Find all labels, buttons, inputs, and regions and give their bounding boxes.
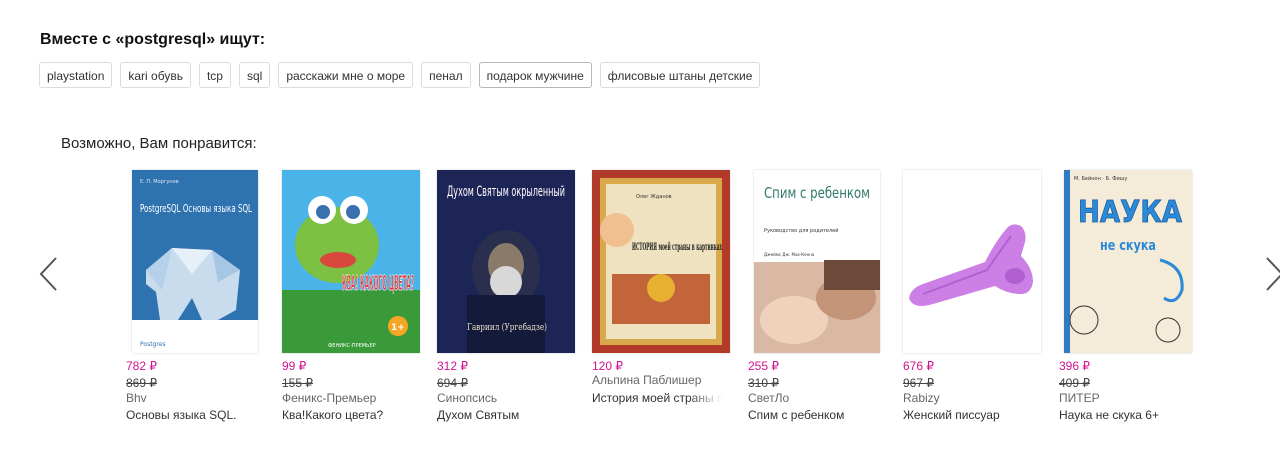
cover-title: КВА! КАКОГО ЦВЕТА? bbox=[342, 271, 414, 295]
product-price: 312 ₽ bbox=[437, 359, 468, 373]
product-old-price: 869 ₽ bbox=[126, 376, 157, 390]
suggestion-chip[interactable]: флисовые штаны детские bbox=[599, 62, 761, 88]
cover-author: Джеймс Дж. Мак-Кенна bbox=[764, 252, 815, 257]
cover-title: PostgreSQL Основы языка SQL bbox=[140, 202, 253, 215]
cover-title: НАУКА bbox=[1078, 195, 1183, 230]
cover-author: М. Бейнон · Б. Фишу bbox=[1074, 175, 1127, 182]
chevron-right-icon[interactable] bbox=[1262, 256, 1280, 292]
suggestion-chip[interactable]: sql bbox=[238, 62, 271, 88]
product-name[interactable]: Основы языка SQL. bbox=[126, 408, 236, 422]
suggestion-chips: playstation kari обувь tcp sql расскажи … bbox=[39, 62, 761, 88]
cover-author: Е. П. Моргунов bbox=[140, 179, 179, 185]
product-old-price: 310 ₽ bbox=[748, 376, 779, 390]
product-old-price: 967 ₽ bbox=[903, 376, 934, 390]
product-image[interactable]: Духом Святым окрыленный Гавриил (Ургебад… bbox=[437, 170, 575, 353]
cover-logo: ФЕНИКС-ПРЕМЬЕР bbox=[328, 343, 376, 349]
product-name[interactable]: Ква!Какого цвета? bbox=[282, 408, 383, 422]
product-brand: Rabizy bbox=[903, 391, 940, 405]
suggestion-chip[interactable]: пенал bbox=[421, 62, 471, 88]
product-name[interactable]: Наука не скука 6+ bbox=[1059, 408, 1159, 422]
product-brand: Альпина Паблишер bbox=[592, 373, 702, 387]
product-brand: Феникс-Премьер bbox=[282, 391, 377, 405]
cover-title: Духом Святым окрыленный bbox=[447, 184, 565, 200]
cover-logo: Postgres bbox=[140, 341, 166, 348]
suggestion-chip[interactable]: подарок мужчине bbox=[478, 62, 592, 88]
suggestion-chip[interactable]: расскажи мне о море bbox=[278, 62, 414, 88]
cover-badge: 1+ bbox=[391, 323, 405, 333]
suggestion-chip[interactable]: playstation bbox=[39, 62, 113, 88]
cover-title: Спим с ребенком bbox=[764, 184, 870, 202]
recommendations-title: Возможно, Вам понравится: bbox=[61, 135, 257, 152]
product-image[interactable]: М. Бейнон · Б. Фишу НАУКА не скука bbox=[1064, 170, 1192, 353]
product-image[interactable]: Спим с ребенком Руководство для родителе… bbox=[754, 170, 880, 353]
product-brand: Синопсись bbox=[437, 391, 498, 405]
cover-subtitle: не скука bbox=[1100, 238, 1156, 254]
product-brand: СветЛо bbox=[748, 391, 790, 405]
chevron-left-icon[interactable] bbox=[37, 256, 61, 292]
product-price: 676 ₽ bbox=[903, 359, 934, 373]
cover-subtitle: Руководство для родителей bbox=[764, 227, 838, 234]
cover-title: ИСТОРИЯ моей страны в картинках bbox=[632, 242, 722, 253]
product-name[interactable]: История моей страны в bbox=[592, 391, 722, 405]
product-price: 255 ₽ bbox=[748, 359, 779, 373]
product-image[interactable]: КВА! КАКОГО ЦВЕТА? 1+ ФЕНИКС-ПРЕМЬЕР bbox=[282, 170, 420, 353]
suggestion-chip[interactable]: tcp bbox=[198, 62, 231, 88]
product-image[interactable]: Олег Жданов ИСТОРИЯ моей страны в картин… bbox=[592, 170, 730, 353]
product-brand: Bhv bbox=[126, 391, 147, 405]
product-old-price: 409 ₽ bbox=[1059, 376, 1090, 390]
product-name[interactable]: Женский писсуар bbox=[903, 408, 1000, 422]
product-name[interactable]: Спим с ребенком bbox=[748, 408, 844, 422]
product-price: 782 ₽ bbox=[126, 359, 157, 373]
cover-subtitle: Гавриил (Ургебадзе) bbox=[467, 322, 547, 333]
product-price: 396 ₽ bbox=[1059, 359, 1090, 373]
product-brand: ПИТЕР bbox=[1059, 391, 1100, 405]
cover-author: Олег Жданов bbox=[636, 194, 672, 200]
product-old-price: 694 ₽ bbox=[437, 376, 468, 390]
product-old-price: 155 ₽ bbox=[282, 376, 313, 390]
product-price: 99 ₽ bbox=[282, 359, 307, 373]
product-image[interactable]: Е. П. Моргунов PostgreSQL Основы языка S… bbox=[132, 170, 258, 353]
suggestions-title: Вместе с «postgresql» ищут: bbox=[40, 31, 266, 48]
product-name[interactable]: Духом Святым bbox=[437, 408, 519, 422]
product-price: 120 ₽ bbox=[592, 359, 623, 373]
suggestion-chip[interactable]: kari обувь bbox=[120, 62, 191, 88]
product-image[interactable] bbox=[903, 170, 1041, 353]
